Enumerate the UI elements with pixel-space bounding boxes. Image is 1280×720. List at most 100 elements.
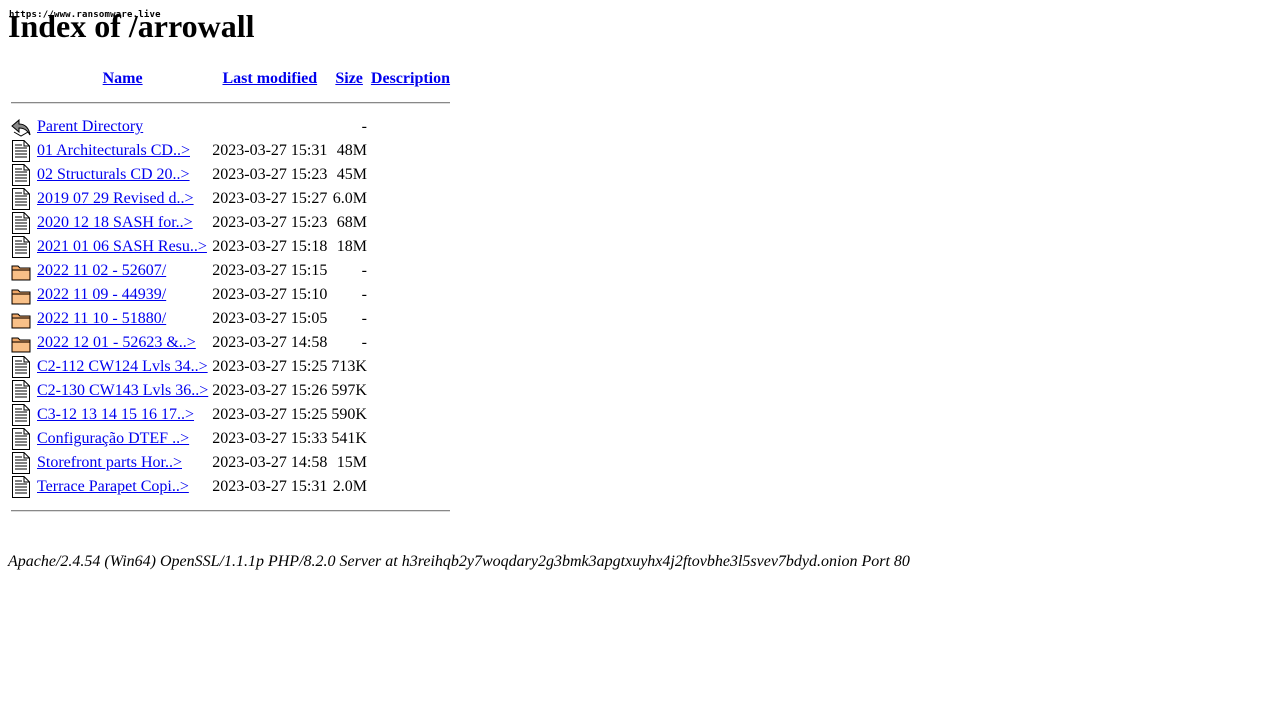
row-name-cell: 2022 11 02 - 52607/: [36, 260, 209, 282]
size-value: 713K: [331, 358, 367, 375]
last-modified-value: 2023-03-27 15:23: [212, 166, 328, 183]
table-row: 2019 07 29 Revised d..> 2023-03-27 15:27 6…: [10, 188, 451, 210]
table-row: 2022 12 01 - 52623 &..> 2023-03-27 14:58 -: [10, 332, 451, 354]
top-divider-row: [10, 92, 451, 114]
table-row: Configuração DTEF ..> 2023-03-27 15:33 541…: [10, 428, 451, 450]
last-modified-value: 2023-03-27 15:23: [212, 214, 328, 231]
file-link[interactable]: 01 Architecturals CD..>: [37, 142, 190, 159]
last-modified-value: [211, 116, 328, 138]
table-row: C2-130 CW143 Lvls 36..> 2023-03-27 15:26 5…: [10, 380, 451, 402]
description-value: [370, 260, 451, 282]
row-name-cell: 01 Architecturals CD..>: [36, 140, 209, 162]
description-value: [370, 140, 451, 162]
last-modified-value: 2023-03-27 15:26: [212, 382, 328, 399]
last-modified-value: 2023-03-27 15:25: [212, 358, 328, 375]
row-name-cell: 2022 11 10 - 51880/: [36, 308, 209, 330]
size-value: 6.0M: [332, 190, 367, 207]
file-link[interactable]: 2021 01 06 SASH Resu..>: [37, 238, 207, 255]
description-value: [370, 116, 451, 138]
last-modified-value: 2023-03-27 15:15: [212, 262, 328, 279]
description-value: [370, 308, 451, 330]
sort-by-size-link[interactable]: Size: [335, 70, 363, 87]
row-icon-cell: [10, 476, 34, 498]
top-divider: [11, 102, 451, 104]
row-icon-cell: [10, 188, 34, 210]
name-column-header: Name: [36, 68, 209, 90]
size-value: 68M: [336, 214, 367, 231]
size-value: 48M: [336, 142, 367, 159]
file-link[interactable]: 2022 12 01 - 52623 &..>: [37, 334, 196, 351]
file-link[interactable]: 2022 11 09 - 44939/: [37, 286, 166, 303]
size-value: 18M: [336, 238, 367, 255]
row-icon-cell: [10, 116, 34, 138]
description-value: [370, 428, 451, 450]
description-value: [370, 212, 451, 234]
description-value: [370, 188, 451, 210]
file-rows: Parent Directory - 01 Architecturals CD..>…: [10, 116, 451, 498]
row-name-cell: 2019 07 29 Revised d..>: [36, 188, 209, 210]
back-icon: [11, 116, 33, 138]
table-row: 2022 11 09 - 44939/2023-03-27 15:10 -: [10, 284, 451, 306]
row-name-cell: Terrace Parapet Copi..>: [36, 476, 209, 498]
size-value: -: [361, 334, 367, 351]
last-modified-value: 2023-03-27 15:33: [212, 430, 328, 447]
file-link[interactable]: 2022 11 10 - 51880/: [37, 310, 166, 327]
server-signature: Apache/2.4.54 (Win64) OpenSSL/1.1.1p PHP…: [8, 553, 910, 570]
directory-listing-page: https://www.ransomware.live Index of /ar…: [0, 0, 1280, 720]
row-icon-cell: [10, 428, 34, 450]
size-value: 15M: [336, 454, 367, 471]
file-link[interactable]: 2020 12 18 SASH for..>: [37, 214, 193, 231]
table-row: 02 Structurals CD 20..> 2023-03-27 15:23 4…: [10, 164, 451, 186]
last-modified-value: 2023-03-27 14:58: [212, 334, 328, 351]
sort-by-name-link[interactable]: Name: [103, 70, 143, 87]
description-value: [370, 380, 451, 402]
file-link[interactable]: C2-130 CW143 Lvls 36..>: [37, 382, 208, 399]
last-modified-value: 2023-03-27 15:05: [212, 310, 328, 327]
row-name-cell: 2022 11 09 - 44939/: [36, 284, 209, 306]
size-column-header: Size: [330, 68, 368, 90]
file-link[interactable]: Storefront parts Hor..>: [37, 454, 182, 471]
file-link[interactable]: Terrace Parapet Copi..>: [37, 478, 189, 495]
row-name-cell: 2020 12 18 SASH for..>: [36, 212, 209, 234]
table-row: 2021 01 06 SASH Resu..> 2023-03-27 15:18 1…: [10, 236, 451, 258]
row-name-cell: Storefront parts Hor..>: [36, 452, 209, 474]
file-link[interactable]: C3-12 13 14 15 16 17..>: [37, 406, 194, 423]
text-file-icon: [11, 404, 33, 426]
sort-by-description-link[interactable]: Description: [371, 70, 450, 87]
size-value: -: [361, 262, 367, 279]
text-file-icon: [11, 428, 33, 450]
size-value: -: [361, 286, 367, 303]
size-value: -: [361, 118, 367, 135]
row-icon-cell: [10, 332, 34, 354]
file-link[interactable]: 02 Structurals CD 20..>: [37, 166, 190, 183]
text-file-icon: [11, 356, 33, 378]
file-link[interactable]: Configuração DTEF ..>: [37, 430, 189, 447]
last-modified-value: 2023-03-27 15:31: [212, 142, 328, 159]
table-row: C3-12 13 14 15 16 17..> 2023-03-27 15:25 5…: [10, 404, 451, 426]
file-link[interactable]: 2019 07 29 Revised d..>: [37, 190, 194, 207]
table-row: 01 Architecturals CD..> 2023-03-27 15:31 4…: [10, 140, 451, 162]
row-name-cell: Parent Directory: [36, 116, 209, 138]
text-file-icon: [11, 140, 33, 162]
description-value: [370, 452, 451, 474]
row-icon-cell: [10, 284, 34, 306]
row-icon-cell: [10, 236, 34, 258]
last-modified-value: 2023-03-27 14:58: [212, 454, 328, 471]
row-icon-cell: [10, 404, 34, 426]
table-row: Parent Directory -: [10, 116, 451, 138]
file-link[interactable]: C2-112 CW124 Lvls 34..>: [37, 358, 208, 375]
parent-directory-link[interactable]: Parent Directory: [37, 118, 143, 135]
row-name-cell: C2-112 CW124 Lvls 34..>: [36, 356, 209, 378]
row-name-cell: C3-12 13 14 15 16 17..>: [36, 404, 209, 426]
text-file-icon: [11, 236, 33, 258]
text-file-icon: [11, 212, 33, 234]
sort-by-last-modified-link[interactable]: Last modified: [222, 70, 317, 87]
file-listing-table: Name Last modified Size Description Pare…: [8, 66, 453, 524]
text-file-icon: [11, 188, 33, 210]
last-modified-value: 2023-03-27 15:31: [212, 478, 328, 495]
size-value: 2.0M: [332, 478, 367, 495]
row-name-cell: C2-130 CW143 Lvls 36..>: [36, 380, 209, 402]
file-link[interactable]: 2022 11 02 - 52607/: [37, 262, 166, 279]
size-value: 597K: [331, 382, 367, 399]
description-column-header: Description: [370, 68, 451, 90]
